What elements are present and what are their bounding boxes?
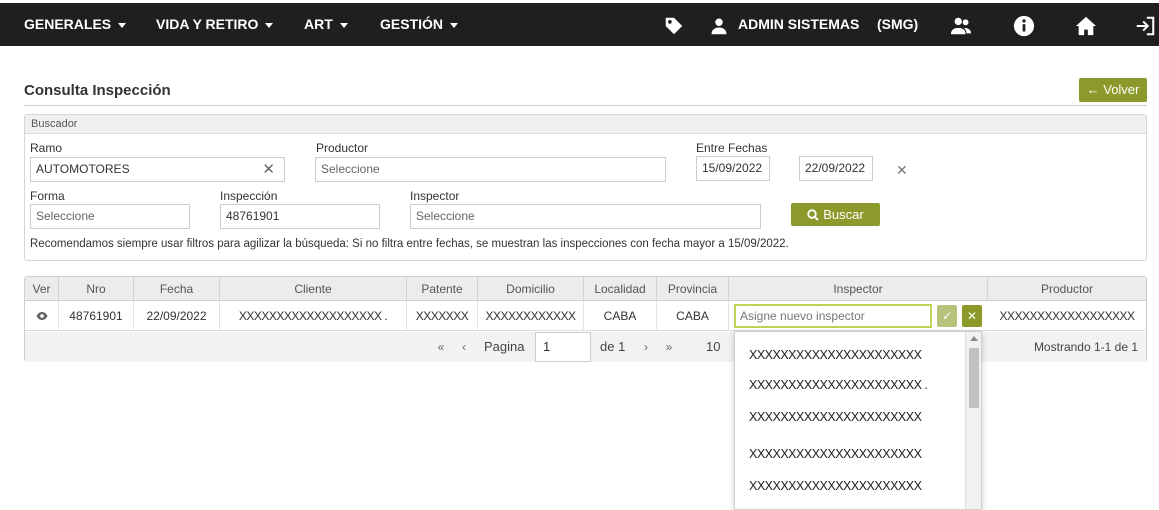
caret-down-icon	[265, 22, 274, 28]
cell-provincia: CABA	[657, 301, 729, 331]
cell-nro: 48761901	[59, 301, 134, 331]
inspeccion-input[interactable]: 48761901	[220, 204, 380, 229]
check-icon: ✓	[941, 309, 953, 323]
caret-down-icon	[450, 22, 459, 28]
ramo-select[interactable]: AUTOMOTORES ✕	[30, 157, 285, 182]
ramo-value: AUTOMOTORES	[36, 162, 130, 176]
fechas-label: Entre Fechas	[696, 141, 768, 155]
menu-gestion[interactable]: GESTIÓN	[380, 3, 459, 46]
caret-down-icon	[339, 22, 348, 28]
cancel-button[interactable]: ✕	[962, 305, 982, 327]
inspeccion-label: Inspección	[220, 189, 278, 203]
logout-icon[interactable]	[1134, 15, 1156, 37]
search-panel-title: Buscador	[25, 115, 1146, 134]
dropdown-scrollbar[interactable]	[965, 332, 981, 509]
user-icon	[710, 15, 728, 37]
page-number-input[interactable]: 1	[535, 332, 591, 362]
close-icon: ✕	[966, 309, 978, 323]
confirm-button[interactable]: ✓	[937, 305, 957, 327]
search-icon	[807, 209, 819, 221]
last-page-button[interactable]: »	[657, 332, 681, 362]
page-count: de 1	[600, 339, 626, 354]
dropdown-option[interactable]: XXXXXXXXXXXXXXXXXXXXXX	[749, 447, 922, 461]
title-divider	[24, 105, 1147, 106]
showing-count: Mostrando 1-1 de 1	[1033, 340, 1138, 354]
col-inspector[interactable]: Inspector	[729, 277, 988, 301]
top-navbar: GENERALES VIDA Y RETIRO ART GESTIÓN ADMI…	[0, 3, 1159, 46]
user-org: (SMG)	[877, 16, 919, 32]
grid-header: Ver Nro Fecha Cliente Patente Domicilio …	[25, 277, 1146, 301]
page-title: Consulta Inspección	[24, 82, 171, 99]
prev-page-button[interactable]: ‹	[453, 332, 475, 362]
search-button[interactable]: Buscar	[791, 203, 880, 226]
table-row: 48761901 22/09/2022 XXXXXXXXXXXXXXXXXXX …	[25, 301, 1146, 331]
productor-label: Productor	[316, 141, 369, 155]
col-cliente[interactable]: Cliente	[220, 277, 407, 301]
forma-label: Forma	[30, 189, 65, 203]
col-domicilio[interactable]: Domicilio	[478, 277, 584, 301]
clear-dates-icon[interactable]: ✕	[896, 162, 908, 179]
menu-vida-y-retiro[interactable]: VIDA Y RETIRO	[156, 3, 274, 46]
caret-down-icon	[118, 22, 127, 28]
first-page-button[interactable]: «	[429, 332, 453, 362]
search-button-label: Buscar	[823, 207, 864, 222]
inspector-dropdown: XXXXXXXXXXXXXXXXXXXXXX XXXXXXXXXXXXXXXXX…	[734, 331, 982, 510]
info-icon[interactable]	[1013, 15, 1035, 37]
user-name: ADMIN SISTEMAS	[738, 16, 860, 32]
home-icon[interactable]	[1075, 15, 1097, 37]
dropdown-option[interactable]: XXXXXXXXXXXXXXXXXXXXXX .	[749, 378, 928, 392]
dropdown-option[interactable]: XXXXXXXXXXXXXXXXXXXXXX	[749, 410, 922, 424]
cell-localidad: CABA	[584, 301, 657, 331]
col-provincia[interactable]: Provincia	[657, 277, 729, 301]
col-nro[interactable]: Nro	[59, 277, 134, 301]
cell-domicilio: XXXXXXXXXXXX	[478, 301, 584, 331]
col-fecha[interactable]: Fecha	[134, 277, 220, 301]
cell-cliente: XXXXXXXXXXXXXXXXXXX .	[220, 301, 407, 331]
view-cell	[25, 301, 59, 331]
forma-select[interactable]: Seleccione	[30, 204, 190, 229]
col-productor[interactable]: Productor	[988, 277, 1146, 301]
col-localidad[interactable]: Localidad	[584, 277, 657, 301]
col-ver[interactable]: Ver	[25, 277, 59, 301]
productor-select[interactable]: Seleccione	[315, 157, 666, 182]
fecha-desde-input[interactable]: 15/09/2022	[696, 156, 770, 181]
tag-icon[interactable]	[663, 15, 685, 37]
pagina-label: Pagina	[484, 339, 525, 354]
ramo-label: Ramo	[30, 141, 63, 155]
cell-fecha: 22/09/2022	[134, 301, 220, 331]
eye-icon[interactable]	[36, 311, 48, 321]
col-patente[interactable]: Patente	[407, 277, 478, 301]
scroll-up-icon[interactable]	[970, 336, 978, 341]
clear-icon[interactable]: ✕	[262, 158, 275, 181]
cell-productor: XXXXXXXXXXXXXXXXXX	[999, 309, 1135, 323]
filter-note: Recomendamos siempre usar filtros para a…	[30, 238, 789, 250]
inspector-select[interactable]: Seleccione	[410, 204, 761, 229]
dropdown-option[interactable]: XXXXXXXXXXXXXXXXXXXXXX	[749, 479, 922, 493]
fecha-hasta-input[interactable]: 22/09/2022	[799, 156, 873, 181]
page-size-select[interactable]: 10	[706, 332, 720, 362]
back-button[interactable]: ← Volver	[1079, 78, 1147, 102]
next-page-button[interactable]: ›	[635, 332, 657, 362]
dropdown-option[interactable]: XXXXXXXXXXXXXXXXXXXXXX	[749, 348, 922, 362]
cell-patente: XXXXXXX	[407, 301, 478, 331]
scroll-thumb[interactable]	[969, 348, 979, 408]
menu-generales[interactable]: GENERALES	[24, 3, 127, 46]
inspector-label: Inspector	[410, 189, 460, 203]
menu-art[interactable]: ART	[304, 3, 348, 46]
users-icon[interactable]	[950, 15, 972, 37]
assign-inspector-input[interactable]: Asigne nuevo inspector	[734, 304, 932, 328]
